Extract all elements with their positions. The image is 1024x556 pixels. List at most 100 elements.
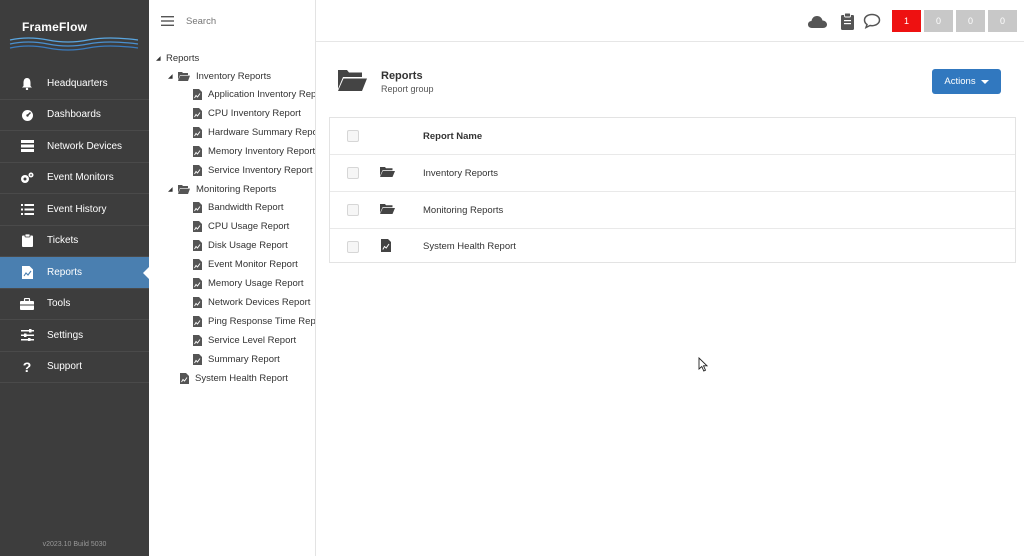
tree-node-network-devices-report[interactable]: Network Devices Report: [193, 294, 310, 310]
row-name[interactable]: Inventory Reports: [423, 168, 498, 179]
badge-count: 0: [935, 16, 941, 26]
mouse-cursor-icon: [698, 356, 709, 377]
alert-badge-gray-2[interactable]: 0: [956, 10, 985, 32]
tree-node-label: Memory Usage Report: [208, 277, 304, 289]
folder-open-icon: [178, 71, 190, 81]
report-icon: [20, 265, 34, 279]
tree-node-service-inventory-report[interactable]: Service Inventory Report: [193, 162, 313, 178]
report-doc-icon: [193, 145, 202, 157]
gauge-icon: [20, 108, 34, 122]
report-doc-icon: [193, 277, 202, 289]
tree-node-reports[interactable]: ◢ Reports: [156, 50, 199, 66]
folder-open-icon: [338, 68, 367, 96]
report-doc-icon: [193, 220, 202, 232]
toolbox-icon: [20, 297, 34, 311]
tree-node-label: Memory Inventory Report: [208, 145, 316, 157]
top-bar: 1 0 0 0: [316, 0, 1024, 42]
tree-node-inventory-reports[interactable]: ◢ Inventory Reports: [168, 68, 271, 84]
left-nav: FrameFlow Headquarters Dashboards Networ…: [0, 0, 149, 556]
page-subtitle: Report group: [381, 84, 434, 94]
tree-node-label: CPU Inventory Report: [208, 107, 301, 119]
tree-node-bandwidth-report[interactable]: Bandwidth Report: [193, 199, 284, 215]
nav-label: Tools: [47, 298, 71, 310]
tree-node-system-health-report[interactable]: System Health Report: [180, 370, 288, 386]
report-doc-icon: [193, 353, 202, 365]
row-checkbox[interactable]: [347, 167, 359, 179]
nav-item-event-history[interactable]: Event History: [0, 194, 149, 226]
tree-node-summary-report[interactable]: Summary Report: [193, 351, 280, 367]
tree-search-input[interactable]: [186, 15, 296, 27]
expand-triangle-icon[interactable]: ◢: [168, 73, 178, 80]
table-header-row: Report Name: [330, 118, 1015, 155]
alert-badge-gray-3[interactable]: 0: [988, 10, 1017, 32]
expand-triangle-icon[interactable]: ◢: [156, 55, 166, 62]
nav-label: Dashboards: [47, 109, 101, 121]
nav-label: Tickets: [47, 235, 79, 247]
tree-node-label: Network Devices Report: [208, 296, 311, 308]
tree-node-label: Monitoring Reports: [196, 183, 277, 195]
tree-node-label: Service Level Report: [208, 334, 297, 346]
row-name[interactable]: Monitoring Reports: [423, 205, 503, 216]
nav-item-settings[interactable]: Settings: [0, 320, 149, 352]
tree-node-event-monitor-report[interactable]: Event Monitor Report: [193, 256, 298, 272]
nav-item-event-monitors[interactable]: Event Monitors: [0, 163, 149, 194]
folder-open-icon: [178, 184, 190, 194]
table-row[interactable]: System Health Report: [330, 228, 1015, 265]
table-row[interactable]: Monitoring Reports: [330, 192, 1015, 229]
tree-node-cpu-usage-report[interactable]: CPU Usage Report: [193, 218, 289, 234]
expand-triangle-icon[interactable]: ◢: [168, 186, 178, 193]
tree-node-monitoring-reports[interactable]: ◢ Monitoring Reports: [168, 181, 276, 197]
table-row[interactable]: Inventory Reports: [330, 155, 1015, 192]
report-doc-icon: [381, 238, 391, 255]
report-doc-icon: [193, 201, 202, 213]
tree-node-label: Bandwidth Report: [208, 201, 284, 213]
alert-badge-red[interactable]: 1: [892, 10, 921, 32]
tree-node-label: Disk Usage Report: [208, 239, 288, 251]
tree-node-label: Inventory Reports: [196, 70, 271, 82]
actions-label: Actions: [944, 76, 976, 87]
folder-open-icon: [380, 166, 395, 180]
actions-button[interactable]: Actions: [932, 69, 1001, 94]
tree-node-service-level-report[interactable]: Service Level Report: [193, 332, 296, 348]
row-checkbox[interactable]: [347, 204, 359, 216]
tree-node-disk-usage-report[interactable]: Disk Usage Report: [193, 237, 288, 253]
tree-node-label: Summary Report: [208, 353, 280, 365]
clipboard-icon[interactable]: [837, 12, 857, 30]
row-checkbox[interactable]: [347, 240, 359, 253]
cloud-icon[interactable]: [807, 12, 827, 30]
tree-node-cpu-inventory-report[interactable]: CPU Inventory Report: [193, 105, 301, 121]
nav-label: Headquarters: [47, 77, 108, 89]
chat-icon[interactable]: [862, 12, 882, 30]
tree-node-ping-response-time-report[interactable]: Ping Response Time Report: [193, 313, 315, 329]
report-doc-icon: [193, 239, 202, 251]
nav-item-dashboards[interactable]: Dashboards: [0, 100, 149, 131]
nav-item-support[interactable]: ? Support: [0, 352, 149, 383]
nav-item-headquarters[interactable]: Headquarters: [0, 68, 149, 100]
tree-node-memory-inventory-report[interactable]: Memory Inventory Report: [193, 143, 315, 159]
bell-icon: [20, 76, 34, 90]
tree-node-label: System Health Report: [195, 372, 288, 384]
hamburger-icon[interactable]: [161, 16, 174, 26]
question-icon: ?: [22, 358, 32, 375]
tree-node-hardware-summary-report[interactable]: Hardware Summary Report: [193, 124, 315, 140]
select-all-checkbox[interactable]: [347, 130, 359, 142]
nav-item-network-devices[interactable]: Network Devices: [0, 131, 149, 163]
tree-node-label: Application Inventory Report: [208, 88, 316, 100]
report-doc-icon: [193, 164, 202, 176]
alert-badge-gray-1[interactable]: 0: [924, 10, 953, 32]
gears-icon: [20, 171, 34, 185]
tree-node-application-inventory-report[interactable]: Application Inventory Report: [193, 86, 316, 102]
nav-label: Event Monitors: [47, 172, 114, 184]
column-header-report-name[interactable]: Report Name: [423, 131, 482, 142]
tree-node-memory-usage-report[interactable]: Memory Usage Report: [193, 275, 304, 291]
nav-item-reports[interactable]: Reports: [0, 257, 149, 289]
report-doc-icon: [193, 334, 202, 346]
nav-label: Settings: [47, 329, 84, 341]
version-label: v2023.10 Build 5030: [42, 541, 107, 548]
nav-item-tickets[interactable]: Tickets: [0, 226, 149, 257]
nav-item-tools[interactable]: Tools: [0, 289, 149, 320]
report-doc-icon: [193, 296, 202, 308]
tree-node-label: Event Monitor Report: [208, 258, 298, 270]
row-name[interactable]: System Health Report: [423, 241, 516, 252]
report-doc-icon: [193, 126, 202, 138]
